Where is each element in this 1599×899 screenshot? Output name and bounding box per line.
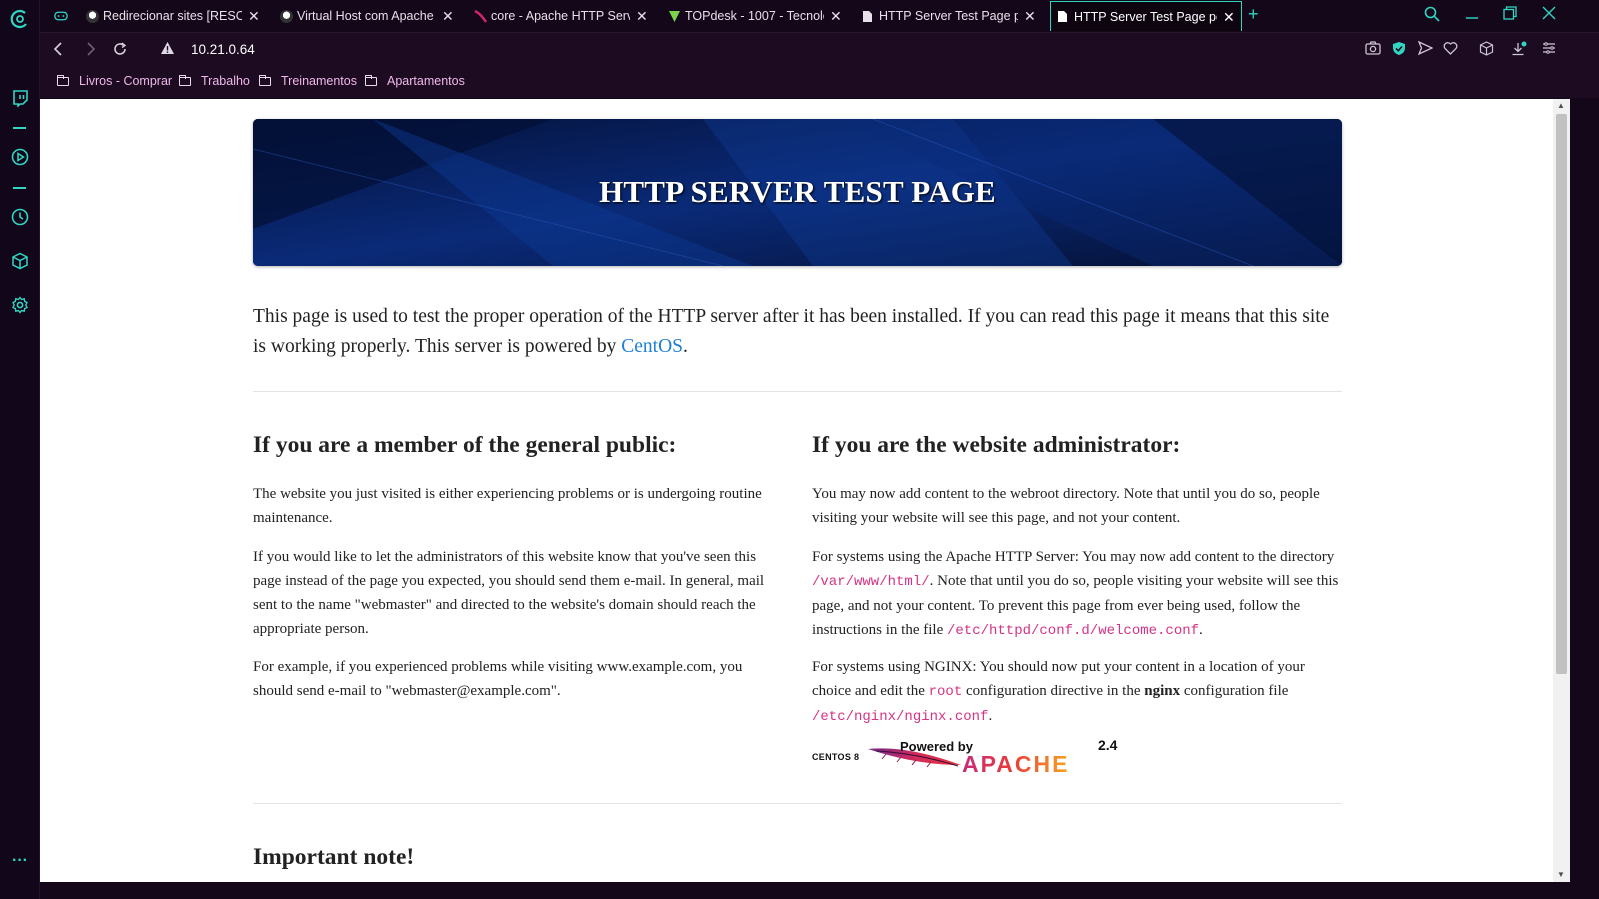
penguin-icon	[280, 9, 293, 23]
browser-bottom-edge	[40, 882, 1599, 899]
bookmark-folder[interactable]: Treinamentos	[259, 74, 357, 88]
admin-heading: If you are the website administrator:	[812, 432, 1181, 458]
vpn-shield-icon[interactable]	[1392, 41, 1406, 59]
bookmarks-bar: Livros - Comprar Trabalho Treinamentos A…	[40, 66, 1599, 98]
close-tab-icon[interactable]: ✕	[1024, 9, 1036, 23]
not-secure-warning-icon[interactable]	[160, 41, 175, 58]
search-icon[interactable]	[1424, 6, 1440, 27]
new-tab-button[interactable]: +	[1248, 4, 1259, 25]
sidebar-divider	[13, 127, 26, 129]
settings-gear-icon[interactable]	[9, 294, 31, 316]
apache-badge[interactable]: Powered by 2.4 APACHE	[866, 737, 1126, 777]
hero-banner: HTTP SERVER TEST PAGE	[253, 119, 1342, 266]
send-icon[interactable]	[1417, 40, 1434, 58]
close-window-button[interactable]	[1542, 6, 1556, 25]
tab-item[interactable]: HTTP Server Test Page powered ✕	[856, 2, 1042, 30]
page-title: HTTP SERVER TEST PAGE	[599, 174, 996, 209]
scroll-up-arrow-icon[interactable]: ▲	[1557, 101, 1565, 110]
section-divider	[253, 391, 1342, 392]
page-viewport: HTTP SERVER TEST PAGE This page is used …	[40, 99, 1559, 882]
close-tab-icon[interactable]: ✕	[442, 9, 454, 23]
sidebar-divider	[13, 187, 26, 189]
tab-strip: Redirecionar sites [RESOLVIDO] ✕ Virtual…	[40, 0, 1599, 32]
public-paragraph-1: The website you just visited is either e…	[253, 486, 762, 526]
extensions-cube-icon[interactable]	[9, 250, 31, 272]
close-tab-icon[interactable]: ✕	[248, 9, 260, 23]
forward-button[interactable]	[83, 41, 97, 61]
bookmark-folder[interactable]: Trabalho	[179, 74, 250, 88]
tab-active[interactable]: HTTP Server Test Page powered ✕	[1050, 1, 1242, 31]
topdesk-icon	[668, 10, 681, 23]
admin-paragraph-1: You may now add content to the webroot d…	[812, 486, 1320, 526]
folder-icon	[179, 74, 191, 86]
reload-button[interactable]	[112, 41, 128, 61]
twitch-icon[interactable]	[9, 87, 31, 109]
public-paragraph-3: For example, if you experienced problems…	[253, 659, 743, 699]
extensions-cube-icon[interactable]	[1479, 41, 1494, 59]
admin-paragraph-2: For systems using the Apache HTTP Server…	[812, 549, 1339, 639]
heart-icon[interactable]	[1443, 41, 1458, 58]
tab-gaming-icon[interactable]	[48, 2, 74, 30]
important-note-heading: Important note!	[253, 844, 415, 870]
public-paragraph-2: If you would like to let the administrat…	[253, 549, 765, 637]
browser-logo-icon[interactable]	[9, 8, 31, 30]
bookmark-folder[interactable]: Apartamentos	[365, 74, 465, 88]
easy-setup-menu-icon[interactable]	[1542, 41, 1556, 58]
more-options-icon[interactable]: ···	[9, 850, 31, 872]
bookmark-folder[interactable]: Livros - Comprar	[57, 74, 172, 88]
player-icon[interactable]	[9, 146, 31, 168]
close-tab-icon[interactable]: ✕	[636, 9, 648, 23]
penguin-icon	[86, 9, 99, 23]
admin-paragraph-3: For systems using NGINX: You should now …	[812, 659, 1305, 725]
page-icon	[1057, 10, 1070, 23]
restore-button[interactable]	[1503, 6, 1517, 25]
section-divider	[253, 803, 1342, 804]
close-tab-icon[interactable]: ✕	[1223, 10, 1235, 24]
browser-window: ··· Redirecionar sites [RESOLVIDO] ✕ Vir…	[0, 0, 1599, 899]
powered-by-badges: CENTOS 8 Powered by 2.4 APACHE	[812, 737, 1132, 777]
address-bar-input[interactable]: 10.21.0.64	[191, 42, 255, 57]
intro-paragraph: This page is used to test the proper ope…	[253, 306, 1330, 357]
folder-icon	[365, 74, 377, 86]
page-icon	[862, 10, 875, 23]
download-icon[interactable]	[1511, 41, 1527, 60]
tab-item[interactable]: core - Apache HTTP Server ✕	[468, 2, 654, 30]
address-toolbar: 10.21.0.64	[40, 32, 1599, 66]
tab-item[interactable]: Redirecionar sites [RESOLVIDO] ✕	[80, 2, 266, 30]
folder-icon	[259, 74, 271, 86]
apache-feather-icon	[474, 9, 488, 23]
back-button[interactable]	[52, 41, 66, 61]
tab-item[interactable]: TOPdesk - 1007 - Tecnologia ✕	[662, 2, 848, 30]
scrollbar-thumb[interactable]	[1556, 114, 1567, 674]
browser-sidebar: ···	[0, 0, 40, 899]
folder-icon	[57, 74, 69, 86]
close-tab-icon[interactable]: ✕	[830, 9, 842, 23]
camera-icon[interactable]	[1365, 41, 1381, 58]
page-scrollbar[interactable]: ▲ ▼	[1553, 99, 1570, 882]
scroll-down-arrow-icon[interactable]: ▼	[1557, 870, 1565, 879]
history-icon[interactable]	[9, 206, 31, 228]
public-heading: If you are a member of the general publi…	[253, 432, 677, 458]
minimize-button[interactable]	[1465, 2, 1479, 27]
tab-item[interactable]: Virtual Host com Apache [A ✕	[274, 2, 460, 30]
centos-badge[interactable]: CENTOS 8	[812, 752, 859, 762]
centos-link[interactable]: CentOS	[621, 336, 683, 357]
